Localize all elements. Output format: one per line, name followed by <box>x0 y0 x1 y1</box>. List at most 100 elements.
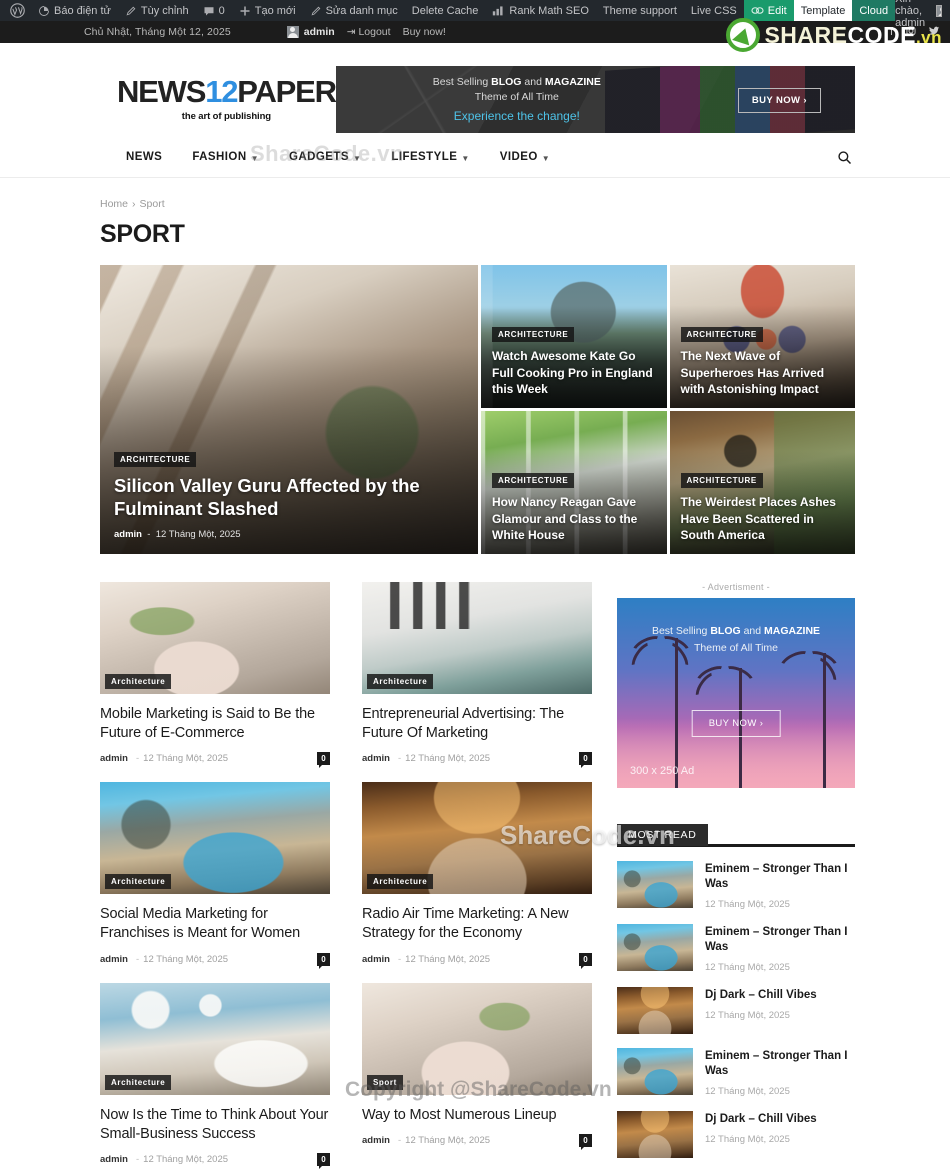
hero-cell-title[interactable]: The Next Wave of Superheroes Has Arrived… <box>681 348 845 397</box>
article-title[interactable]: Mobile Marketing is Said to Be the Futur… <box>100 705 330 743</box>
article-category[interactable]: Architecture <box>105 1074 172 1090</box>
admin-bar-edit-category[interactable]: Sửa danh mục <box>303 0 405 21</box>
article-comment-count[interactable]: 0 <box>579 752 592 769</box>
nav-item-lifestyle[interactable]: LIFESTYLE ▼ <box>376 151 484 163</box>
logout-icon: ⇥ <box>346 26 356 38</box>
sidebar-advertisement[interactable]: Best Selling BLOG and MAGAZINE Theme of … <box>617 598 855 788</box>
article-category[interactable]: Architecture <box>367 674 434 689</box>
hero-cell-2[interactable]: ARCHITECTURE The Next Wave of Superheroe… <box>669 265 855 408</box>
article-thumbnail[interactable]: Architecture <box>362 782 592 895</box>
article-title[interactable]: Social Media Marketing for Franchises is… <box>100 905 330 943</box>
facebook-icon[interactable]: f <box>890 26 893 38</box>
article-comment-count[interactable]: 0 <box>317 752 330 769</box>
nav-item-news[interactable]: NEWS <box>111 151 177 163</box>
article-title[interactable]: Way to Most Numerous Lineup <box>362 1106 592 1125</box>
hero-cell-category[interactable]: ARCHITECTURE <box>492 473 575 489</box>
article-card[interactable]: Architecture Radio Air Time Marketing: A… <box>362 782 592 969</box>
article-category[interactable]: Sport <box>367 1074 403 1090</box>
article-thumbnail[interactable]: Architecture <box>362 582 592 694</box>
topbar-buy-link[interactable]: Buy now! <box>403 26 446 38</box>
site-logo[interactable]: NEWS12PAPER the art of publishing <box>95 76 337 122</box>
sidebar-ad-buy-button[interactable]: BUY NOW › <box>691 710 781 737</box>
most-read-item[interactable]: Dj Dark – Chill Vibes 12 Tháng Một, 2025 <box>617 986 855 1034</box>
nav-item-video[interactable]: VIDEO ▼ <box>485 151 565 163</box>
admin-bar-account-area[interactable]: Xin chào, admin <box>895 0 950 29</box>
hero-cell-1[interactable]: ARCHITECTURE Watch Awesome Kate Go Full … <box>481 265 667 408</box>
admin-bar-delete-cache[interactable]: Delete Cache <box>405 0 486 21</box>
article-title[interactable]: Entrepreneurial Advertising: The Future … <box>362 705 592 743</box>
article-comment-count[interactable]: 0 <box>317 1152 330 1169</box>
admin-bar-site-name[interactable]: Báo điện tử <box>31 0 118 21</box>
article-category[interactable]: Architecture <box>105 874 172 890</box>
hero-cell-category[interactable]: ARCHITECTURE <box>680 473 763 489</box>
article-card[interactable]: Sport Way to Most Numerous Lineup admin -… <box>362 982 592 1166</box>
admin-bar-greeting: Xin chào, admin <box>895 0 926 29</box>
admin-bar-search-button[interactable] <box>942 0 950 21</box>
most-read-title[interactable]: Dj Dark – Chill Vibes <box>705 988 817 1003</box>
hero-grid: ARCHITECTURE Silicon Valley Guru Affecte… <box>95 265 855 554</box>
article-author[interactable]: admin <box>100 954 128 965</box>
article-category[interactable]: Architecture <box>105 674 172 689</box>
topbar-user[interactable]: admin <box>286 26 335 38</box>
article-card[interactable]: Architecture Entrepreneurial Advertising… <box>362 582 592 769</box>
article-author[interactable]: admin <box>100 1154 128 1165</box>
most-read-item[interactable]: Eminem – Stronger Than I Was 12 Tháng Mộ… <box>617 923 855 973</box>
article-author[interactable]: admin <box>100 753 128 764</box>
nav-search-button[interactable] <box>833 146 855 168</box>
hero-cell-title[interactable]: Watch Awesome Kate Go Full Cooking Pro i… <box>492 348 656 397</box>
article-thumbnail[interactable]: Architecture <box>100 982 330 1095</box>
article-meta: admin -12 Tháng Một, 2025 0 <box>100 1152 330 1169</box>
nav-item-fashion[interactable]: FASHION ▼ <box>177 151 274 163</box>
article-comment-count[interactable]: 0 <box>317 952 330 969</box>
admin-bar-theme-support[interactable]: Theme support <box>596 0 684 21</box>
most-read-title[interactable]: Eminem – Stronger Than I Was <box>705 1049 855 1079</box>
most-read-item[interactable]: Dj Dark – Chill Vibes 12 Tháng Một, 2025 <box>617 1110 855 1158</box>
hero-cell-title[interactable]: How Nancy Reagan Gave Glamour and Class … <box>492 494 656 543</box>
most-read-item[interactable]: Eminem – Stronger Than I Was 12 Tháng Mộ… <box>617 861 855 910</box>
admin-bar-rank-math-label: Rank Math SEO <box>509 4 589 17</box>
admin-bar-template-button[interactable]: Template <box>793 0 853 21</box>
most-read-title[interactable]: Dj Dark – Chill Vibes <box>705 1112 817 1127</box>
most-read-title[interactable]: Eminem – Stronger Than I Was <box>705 925 855 955</box>
hero-cell-4[interactable]: ARCHITECTURE The Weirdest Places Ashes H… <box>669 411 855 554</box>
admin-bar-comments[interactable]: 0 <box>196 0 232 21</box>
hero-cell-title[interactable]: The Weirdest Places Ashes Have Been Scat… <box>681 494 845 543</box>
article-thumbnail[interactable]: Architecture <box>100 782 330 895</box>
admin-bar-edit-button[interactable]: Edit <box>743 0 794 21</box>
article-comment-count[interactable]: 0 <box>579 952 592 969</box>
article-author[interactable]: admin <box>362 753 390 764</box>
admin-bar-customize[interactable]: Tùy chỉnh <box>118 0 196 21</box>
article-author[interactable]: admin <box>362 954 390 965</box>
topbar-logout-link[interactable]: ⇥ Logout <box>347 26 391 38</box>
article-category[interactable]: Architecture <box>367 874 434 890</box>
hero-main-author[interactable]: admin <box>114 529 142 540</box>
article-comment-count[interactable]: 0 <box>579 1133 592 1150</box>
hero-main-title[interactable]: Silicon Valley Guru Affected by the Fulm… <box>114 474 464 520</box>
article-card[interactable]: Architecture Mobile Marketing is Said to… <box>100 582 330 769</box>
header-ad-buy-button[interactable]: BUY NOW › <box>737 87 821 113</box>
nav-item-gadgets[interactable]: GADGETS ▼ <box>274 151 376 163</box>
article-thumbnail[interactable]: Sport <box>362 982 592 1095</box>
hero-main-category[interactable]: ARCHITECTURE <box>114 451 197 467</box>
admin-bar-live-css[interactable]: Live CSS <box>684 0 744 21</box>
hero-main-article[interactable]: ARCHITECTURE Silicon Valley Guru Affecte… <box>100 265 478 554</box>
admin-bar-rank-math[interactable]: Rank Math SEO <box>485 0 595 21</box>
article-author[interactable]: admin <box>362 1135 390 1146</box>
admin-bar-new[interactable]: Tạo mới <box>232 0 303 21</box>
article-title[interactable]: Now Is the Time to Think About Your Smal… <box>100 1106 330 1144</box>
ad-line1-b: BLOG <box>491 75 522 88</box>
article-title[interactable]: Radio Air Time Marketing: A New Strategy… <box>362 905 592 943</box>
hero-cell-category[interactable]: ARCHITECTURE <box>492 327 575 343</box>
most-read-title[interactable]: Eminem – Stronger Than I Was <box>705 862 855 892</box>
article-thumbnail[interactable]: Architecture <box>100 582 330 694</box>
wordpress-logo-button[interactable] <box>6 0 31 21</box>
hero-cell-3[interactable]: ARCHITECTURE How Nancy Reagan Gave Glamo… <box>481 411 667 554</box>
admin-bar-delete-cache-label: Delete Cache <box>411 4 479 17</box>
article-card[interactable]: Architecture Now Is the Time to Think Ab… <box>100 982 330 1169</box>
hero-cell-category[interactable]: ARCHITECTURE <box>680 327 763 343</box>
header-advertisement[interactable]: Best Selling BLOG and MAGAZINE Theme of … <box>335 65 855 133</box>
breadcrumb-home[interactable]: Home <box>100 198 128 210</box>
most-read-item[interactable]: Eminem – Stronger Than I Was 12 Tháng Mộ… <box>617 1047 855 1097</box>
article-card[interactable]: Architecture Social Media Marketing for … <box>100 782 330 969</box>
admin-bar-cloud-button[interactable]: Cloud <box>852 0 896 21</box>
